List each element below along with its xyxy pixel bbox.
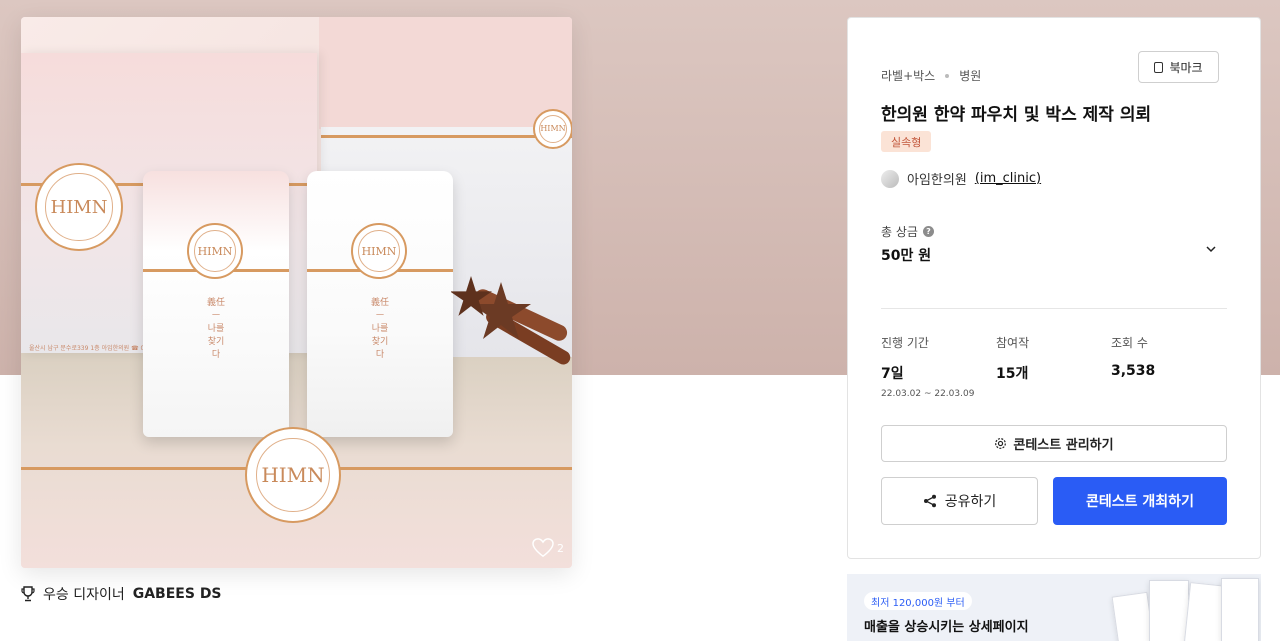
- host-info[interactable]: 아임한의원 (im_clinic): [881, 169, 1041, 188]
- bookmark-label: 북마크: [1169, 60, 1203, 75]
- image-logo-main: HIMN: [245, 427, 341, 523]
- image-logo-box: HIMN: [35, 163, 123, 251]
- contest-type-badge: 실속형: [881, 131, 932, 152]
- host-avatar[interactable]: [881, 169, 899, 188]
- views-value: 3,538: [1111, 363, 1156, 379]
- entries-label: 참여작: [996, 336, 1030, 350]
- share-button[interactable]: 공유하기: [881, 477, 1038, 525]
- winner-label: 우승 디자이너: [43, 587, 125, 603]
- host-handle[interactable]: (im_clinic): [975, 171, 1041, 186]
- share-icon: [923, 494, 936, 508]
- bookmark-icon: [1154, 61, 1164, 73]
- host-contest-button[interactable]: 콘테스트 개최하기: [1053, 477, 1227, 525]
- product-image[interactable]: 울산시 남구 문수로339 1층 아임한의원 ☎ 052-711-4567 ☎ …: [21, 17, 572, 568]
- gear-icon: [995, 438, 1007, 449]
- manage-contest-button[interactable]: 콘테스트 관리하기: [881, 425, 1227, 462]
- divider: [881, 308, 1227, 309]
- chevron-down-icon[interactable]: [1206, 244, 1216, 254]
- breadcrumb-separator: [945, 73, 950, 78]
- help-icon[interactable]: ?: [922, 226, 934, 237]
- trophy-icon: [21, 586, 35, 602]
- ad-page-previews: [1097, 574, 1261, 641]
- like-count: 2: [557, 541, 564, 555]
- heart-icon[interactable]: [532, 538, 554, 558]
- period-range: 22.03.02 ~ 22.03.09: [881, 389, 975, 399]
- period-label: 진행 기간: [881, 336, 929, 350]
- stat-period: 진행 기간 7일 22.03.02 ~ 22.03.09: [881, 334, 974, 399]
- host-contest-label: 콘테스트 개최하기: [1086, 494, 1194, 510]
- prize-value: 50만 원: [881, 248, 932, 264]
- image-logo-box-small: HIMN: [533, 109, 572, 149]
- category-primary[interactable]: 라벨+박스: [881, 67, 935, 84]
- share-label: 공유하기: [944, 494, 997, 510]
- period-value: 7일: [881, 366, 904, 382]
- contest-info-card: 라벨+박스 병원 북마크 한의원 한약 파우치 및 박스 제작 의뢰 실속형 아…: [847, 17, 1261, 559]
- stat-views: 조회 수 3,538: [1111, 334, 1155, 379]
- image-pouch-right: HIMN 義任 ㅡ 나를 찾기다: [307, 171, 453, 437]
- bookmark-button[interactable]: 북마크: [1138, 51, 1219, 83]
- image-box-top: [319, 17, 572, 129]
- category-secondary[interactable]: 병원: [959, 67, 981, 84]
- contest-title: 한의원 한약 파우치 및 박스 제작 의뢰: [881, 105, 1152, 125]
- image-spices: [451, 276, 571, 365]
- breadcrumb: 라벨+박스 병원: [881, 67, 981, 84]
- ad-banner[interactable]: 최저 120,000원 부터 매출을 상승시키는 상세페이지: [847, 574, 1261, 641]
- views-label: 조회 수: [1111, 336, 1148, 350]
- manage-contest-label: 콘테스트 관리하기: [1013, 438, 1114, 453]
- image-pouch-left: HIMN 義任 ㅡ 나를 찾기다: [143, 171, 289, 437]
- prize-label: 총 상금 ?: [881, 223, 934, 240]
- host-name[interactable]: 아임한의원: [907, 169, 967, 188]
- winner-name[interactable]: GABEES DS: [133, 586, 222, 602]
- entries-value: 15개: [996, 366, 1029, 382]
- winner-info: 우승 디자이너 GABEES DS: [21, 584, 222, 604]
- image-like-counter[interactable]: 2: [532, 538, 564, 558]
- ad-price-tag: 최저 120,000원 부터: [864, 592, 972, 610]
- ad-text: 매출을 상승시키는 상세페이지: [864, 620, 1029, 635]
- stat-entries: 참여작 15개: [996, 334, 1029, 383]
